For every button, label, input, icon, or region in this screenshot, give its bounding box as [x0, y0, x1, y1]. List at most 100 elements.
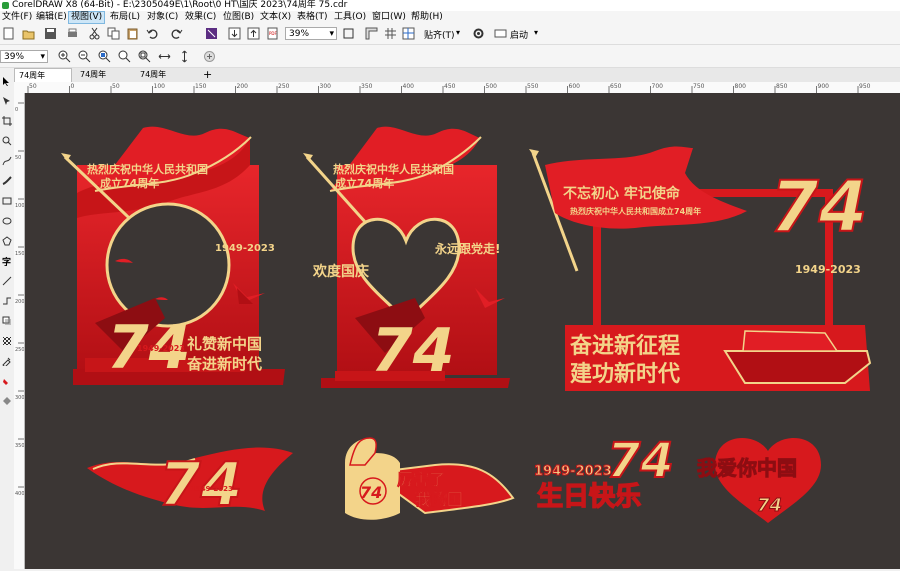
menu-bitmaps[interactable]: 位图(B): [221, 11, 256, 24]
app-icon: [2, 2, 9, 9]
d1-slogan-1: 礼赞新中国: [187, 335, 262, 353]
design-heart-frame[interactable]: 热烈庆祝中华人民共和国 成立74周年 欢度国庆 永远跟党走! 74: [303, 126, 510, 388]
menu-edit[interactable]: 编辑(E): [34, 11, 69, 24]
chevron-down-icon: ▾: [456, 28, 461, 37]
ruler-label: 0: [71, 83, 75, 90]
rectangle-tool-icon[interactable]: [2, 196, 12, 206]
ruler-label: 250: [278, 83, 290, 90]
d1-banner-line2: 成立74周年: [100, 176, 159, 190]
badge-heart[interactable]: 我爱你中国 74: [697, 438, 821, 523]
menu-table[interactable]: 表格(T): [295, 11, 330, 24]
zoom-out-icon[interactable]: [78, 50, 91, 63]
b3-years: 1949-2023: [534, 464, 612, 479]
pick-tool-icon[interactable]: [2, 76, 12, 86]
badge-birthday[interactable]: 1949-2023 74 生日快乐: [534, 432, 675, 513]
zoom-all-objects-icon[interactable]: [118, 50, 131, 63]
d2-right-text: 永远跟党走!: [434, 241, 500, 256]
add-tab-icon[interactable]: +: [199, 68, 213, 82]
redo-icon[interactable]: [170, 27, 183, 40]
d3-years: 1949-2023: [795, 263, 861, 276]
ruler-label: 0: [15, 107, 18, 113]
zoom-tool-icon[interactable]: [2, 136, 12, 146]
d2-banner-line2: 成立74周年: [335, 176, 394, 190]
polygon-tool-icon[interactable]: [2, 236, 12, 246]
open-icon[interactable]: [22, 27, 35, 40]
d3-slogan-2: 建功新时代: [570, 361, 680, 387]
add-icon[interactable]: [203, 50, 216, 63]
menu-effects[interactable]: 效果(C): [183, 11, 218, 24]
tab-74-75[interactable]: 74周年 75.cdr: [14, 68, 72, 94]
svg-text:字: 字: [2, 256, 11, 266]
drawing-canvas[interactable]: 热烈庆祝中华人民共和国 成立74周年 1949-2023 74 1949-202…: [25, 93, 900, 569]
b4-text: 我爱你中国: [697, 456, 797, 480]
parallel-dimension-icon[interactable]: [2, 276, 12, 286]
search-content-icon[interactable]: [205, 27, 218, 40]
design-flag-frame[interactable]: 不忘初心 牢记使命 热烈庆祝中华人民共和国成立74周年 74 1949-2023…: [529, 146, 872, 391]
zoom-page-icon[interactable]: [138, 50, 151, 63]
show-grid-icon[interactable]: [384, 27, 397, 40]
zoom-level-dropdown[interactable]: 39% ▾: [285, 27, 337, 40]
property-zoom-dropdown[interactable]: 39% ▾: [0, 50, 48, 63]
menu-help[interactable]: 帮助(H): [409, 11, 445, 24]
b4-big-74: 74: [757, 495, 782, 516]
zoom-in-icon[interactable]: [58, 50, 71, 63]
ellipse-tool-icon[interactable]: [2, 216, 12, 226]
standard-toolbar: PDF 39% ▾ 贴齐(T) ▾ 启动 ▾: [0, 24, 900, 45]
snap-to-dropdown[interactable]: 贴齐(T): [424, 28, 455, 41]
artistic-media-icon[interactable]: [2, 176, 12, 186]
ruler-label: 900: [818, 83, 830, 90]
ruler-label: 50: [15, 155, 21, 161]
application-launcher-icon[interactable]: [494, 27, 507, 40]
text-tool-icon[interactable]: 字: [2, 256, 12, 268]
export-icon[interactable]: [247, 27, 260, 40]
design-circle-frame[interactable]: 热烈庆祝中华人民共和国 成立74周年 1949-2023 74 1949-202…: [61, 126, 285, 385]
ruler-label: 550: [527, 83, 539, 90]
shape-tool-icon[interactable]: [2, 96, 12, 106]
show-guidelines-icon[interactable]: [402, 27, 415, 40]
publish-pdf-icon[interactable]: PDF: [266, 27, 279, 40]
drop-shadow-icon[interactable]: [2, 316, 12, 326]
menu-window[interactable]: 窗口(W): [370, 11, 408, 24]
vertical-ruler[interactable]: 0 50 100 150 200 250 300 350 400: [14, 93, 25, 569]
transparency-icon[interactable]: [2, 336, 12, 346]
tab-74-38[interactable]: 74周年 38.cdr: [76, 68, 134, 93]
freehand-tool-icon[interactable]: [2, 156, 12, 166]
eyedropper-icon[interactable]: [2, 356, 12, 368]
zoom-page-width-icon[interactable]: [158, 50, 171, 63]
badge-thumbs-up[interactable]: 74 厉害了 我的国: [345, 437, 515, 520]
print-icon[interactable]: [66, 27, 79, 40]
ruler-label: 950: [859, 83, 871, 90]
cut-icon[interactable]: [88, 27, 101, 40]
document-tabs: 74周年 75.cdr 74周年 38.cdr 74周年 49.cdr +: [14, 68, 900, 94]
d1-slogan-2: 奋进新时代: [186, 355, 262, 373]
d2-banner-line1: 热烈庆祝中华人民共和国: [333, 162, 454, 176]
full-screen-icon[interactable]: [342, 27, 355, 40]
zoom-selected-icon[interactable]: [98, 50, 111, 63]
interactive-fill-icon[interactable]: [2, 376, 12, 386]
tab-74-49[interactable]: 74周年 49.cdr: [136, 68, 194, 93]
d2-big-74: 74: [371, 316, 455, 386]
connector-tool-icon[interactable]: [2, 296, 12, 306]
undo-icon[interactable]: [146, 27, 159, 40]
ruler-label: 350: [361, 83, 373, 90]
zoom-page-height-icon[interactable]: [178, 50, 191, 63]
menu-object[interactable]: 对象(C): [145, 11, 180, 24]
paste-icon[interactable]: [126, 27, 139, 40]
menu-view[interactable]: 视图(V): [68, 11, 106, 24]
new-document-icon[interactable]: [2, 27, 15, 40]
save-icon[interactable]: [44, 27, 57, 40]
crop-tool-icon[interactable]: [2, 116, 12, 126]
import-icon[interactable]: [228, 27, 241, 40]
d3-slogan-1: 奋进新征程: [569, 333, 680, 359]
menu-layout[interactable]: 布局(L): [108, 11, 142, 24]
options-gear-icon[interactable]: [472, 27, 485, 40]
ruler-label: 200: [237, 83, 249, 90]
launch-dropdown[interactable]: 启动: [510, 28, 528, 41]
menu-file[interactable]: 文件(F): [0, 11, 34, 24]
menu-text[interactable]: 文本(X): [258, 11, 293, 24]
show-rulers-icon[interactable]: [365, 27, 378, 40]
copy-icon[interactable]: [107, 27, 120, 40]
menu-tools[interactable]: 工具(O): [332, 11, 368, 24]
badge-wave-74[interactable]: 74 1949-2023: [87, 447, 293, 521]
smart-fill-icon[interactable]: [2, 396, 12, 406]
